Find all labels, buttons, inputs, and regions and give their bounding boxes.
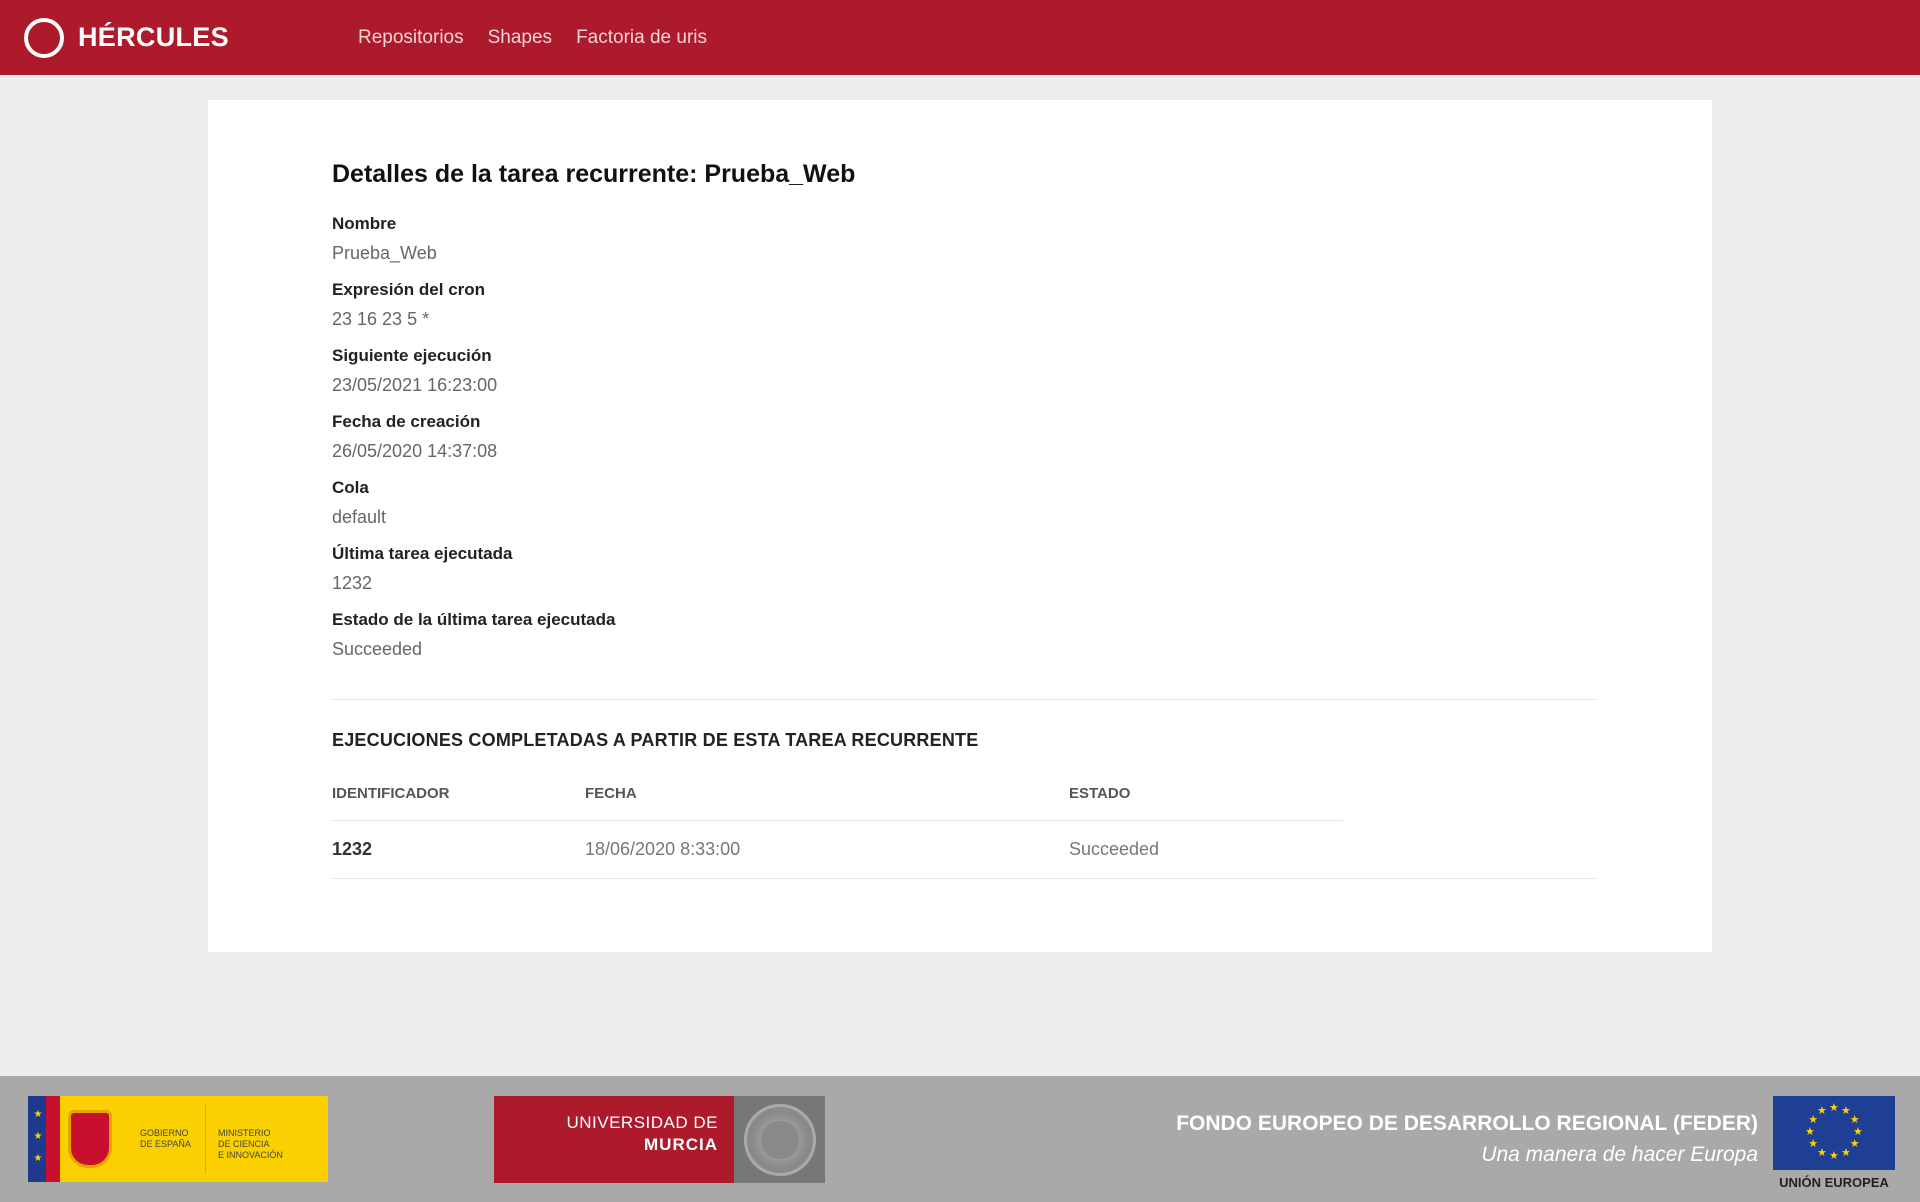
field-label: Expresión del cron [332,280,486,299]
spain-coat-of-arms-icon [60,1096,120,1182]
column-header-identificador: IDENTIFICADOR [332,773,585,821]
footer: ★ ★ ★ GOBIERNO DE ESPAÑA MINISTERIO DE CIE… [0,1076,1920,1202]
field-nombre: Nombre Prueba_Web [332,213,1597,265]
field-label: Estado de la última tarea ejecutada [332,610,616,629]
um-seal-icon [734,1096,825,1183]
field-value: default [332,507,387,527]
eu-star-icon: ★ [1817,1146,1827,1159]
nav-link-repositorios[interactable]: Repositorios [358,27,464,49]
details-card: Detalles de la tarea recurrente: Prueba_… [208,100,1712,952]
table-header-row: IDENTIFICADOR FECHA ESTADO [332,773,1597,821]
executions-table: IDENTIFICADOR FECHA ESTADO 1232 18/06/20… [332,773,1597,879]
eu-star-icon: ★ [1829,1102,1839,1114]
field-cron-expression: Expresión del cron 23 16 23 5 * [332,279,1597,331]
brand-name: HÉRCULES [78,22,229,52]
eu-star-icon: ★ [1829,1150,1839,1162]
stars-icon: ★ ★ ★ [33,1109,43,1164]
field-label: Cola [332,478,369,497]
nav-link-shapes[interactable]: Shapes [488,27,552,49]
field-value: Prueba_Web [332,243,437,263]
main-nav: Repositorios Shapes Factoria de uris [358,27,707,49]
top-navbar: HÉRCULES Repositorios Shapes Factoria de… [0,0,1920,75]
eu-star-icon: ★ [1808,1138,1819,1150]
empty-cell [1343,820,1597,879]
eu-label: UNIÓN EUROPEA [1779,1175,1889,1190]
nav-link-factoria-de-uris[interactable]: Factoria de uris [576,27,707,49]
feder-subtitle: Una manera de hacer Europa [1481,1143,1758,1166]
field-queue: Cola default [332,477,1597,529]
eu-star-icon: ★ [1841,1146,1851,1159]
execution-status-cell: Succeeded [1069,820,1343,879]
eu-flag-icon: ★ ★ ★ ★ ★ ★ ★ ★ ★ ★ ★ ★ [1773,1096,1895,1170]
universidad-murcia-logo: UNIVERSIDAD DE MURCIA [494,1096,825,1183]
column-header-estado: ESTADO [1069,773,1343,821]
execution-date-cell: 18/06/2020 8:33:00 [585,820,1069,879]
field-creation-date: Fecha de creación 26/05/2020 14:37:08 [332,411,1597,463]
details-content: Detalles de la tarea recurrente: Prueba_… [332,160,1597,879]
union-europea-logo: ★ ★ ★ ★ ★ ★ ★ ★ ★ ★ ★ ★ UNIÓN EUROPEA [1773,1096,1895,1192]
field-label: Fecha de creación [332,412,481,431]
eu-star-icon: ★ [1805,1126,1815,1138]
field-label: Nombre [332,214,397,233]
gobierno-espana-logo: ★ ★ ★ GOBIERNO DE ESPAÑA MINISTERIO DE CIE… [28,1096,328,1182]
field-value: 1232 [332,573,373,593]
column-header-fecha: FECHA [585,773,1069,821]
field-next-execution: Siguiente ejecución 23/05/2021 16:23:00 [332,345,1597,397]
eu-star-icon: ★ [1817,1105,1827,1118]
eu-spain-flag-icon: ★ ★ ★ [28,1096,60,1182]
column-spacer [1343,773,1597,821]
feder-text-block: FONDO EUROPEO DE DESARROLLO REGIONAL (FE… [1176,1110,1758,1172]
eu-star-icon: ★ [1853,1126,1863,1138]
field-value: 26/05/2020 14:37:08 [332,441,498,461]
executions-title: EJECUCIONES COMPLETADAS A PARTIR DE ESTA… [332,730,979,750]
feder-title: FONDO EUROPEO DE DESARROLLO REGIONAL (FE… [1176,1112,1758,1135]
brand-circle-icon [24,17,64,58]
gobierno-text: GOBIERNO DE ESPAÑA [140,1128,191,1149]
field-label: Siguiente ejecución [332,346,492,365]
section-divider [332,699,1597,700]
ministerio-text: MINISTERIO DE CIENCIA E INNOVACIÓN [218,1128,283,1160]
brand-logo-link[interactable]: HÉRCULES [24,17,358,58]
field-value: 23/05/2021 16:23:00 [332,375,498,395]
eu-star-icon: ★ [1849,1138,1860,1150]
field-last-task: Última tarea ejecutada 1232 [332,543,1597,595]
um-text: UNIVERSIDAD DE MURCIA [566,1113,718,1154]
field-label: Última tarea ejecutada [332,544,513,563]
field-last-task-status: Estado de la última tarea ejecutada Succ… [332,609,1597,661]
execution-id-cell: 1232 [332,820,585,879]
page-title: Detalles de la tarea recurrente: Prueba_… [332,160,856,188]
table-row: 1232 18/06/2020 8:33:00 Succeeded [332,820,1597,879]
field-value: 23 16 23 5 * [332,309,430,329]
eu-star-icon: ★ [1849,1114,1860,1126]
field-value: Succeeded [332,639,423,659]
execution-id-link[interactable]: 1232 [332,839,372,859]
